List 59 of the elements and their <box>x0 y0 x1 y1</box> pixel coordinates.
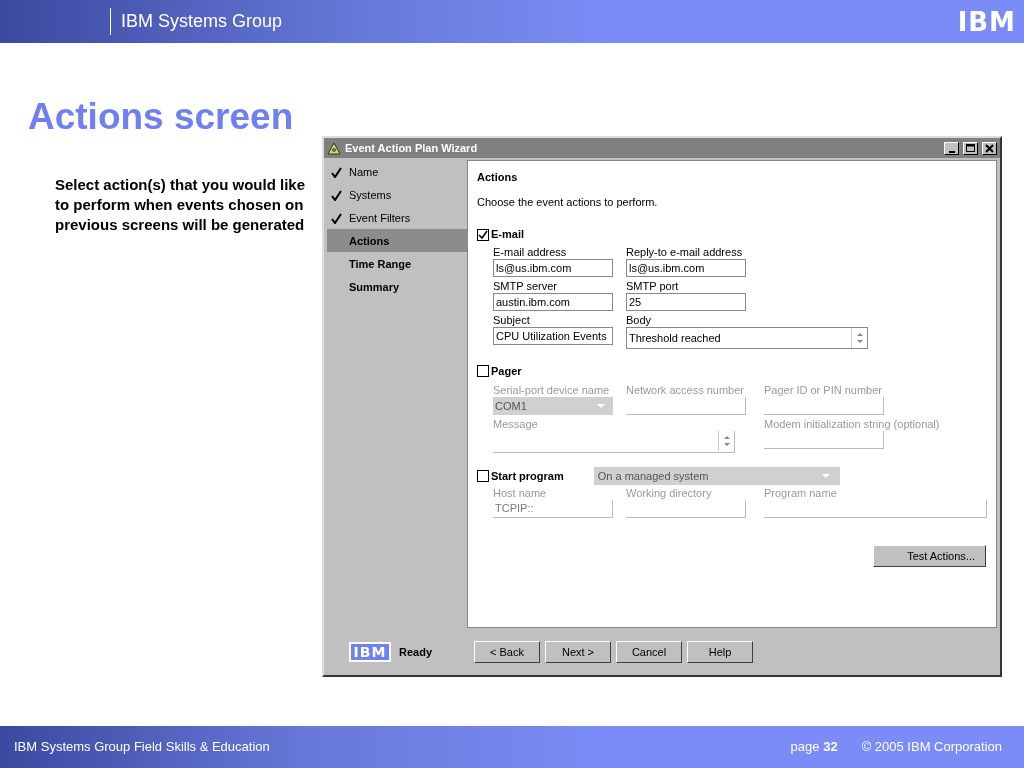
check-icon <box>331 167 342 179</box>
field-label: Program name <box>764 486 838 500</box>
description-text: Select action(s) that you would like to perform when events chosen on previous screens will be generated <box>55 175 307 236</box>
header-title: IBM Systems Group <box>110 8 283 35</box>
field-label: Network access number <box>626 383 745 397</box>
footer-text: IBM Systems Group Field Skills & Education <box>14 738 271 757</box>
section-heading: Actions <box>477 170 519 186</box>
close-icon <box>984 142 995 154</box>
field-label: Reply-to e-mail address <box>626 246 744 260</box>
field-label: E-mail address <box>493 246 568 260</box>
status-text: Ready <box>399 644 434 660</box>
field-label: Body <box>626 314 653 328</box>
text-area[interactable]: Threshold reached <box>626 327 868 350</box>
checkbox-label[interactable]: Pager <box>477 363 522 380</box>
field-label: Host name <box>493 486 548 500</box>
checkbox[interactable] <box>477 365 489 378</box>
wizard-step[interactable]: Time Range <box>327 252 467 276</box>
field-label: Message <box>493 417 539 431</box>
minimize-icon <box>948 150 955 153</box>
wizard-step[interactable]: Name <box>327 160 467 184</box>
close-button[interactable] <box>982 141 997 155</box>
wizard-step[interactable]: Summary <box>327 275 467 299</box>
slide-title: Actions screen <box>28 95 295 139</box>
field-label: Working directory <box>626 486 713 500</box>
input-field[interactable]: CPU Utilization Events <box>493 327 613 346</box>
wizard-button[interactable]: < Back <box>474 640 540 663</box>
window-title: Event Action Plan Wizard <box>345 141 478 157</box>
test-actions-button[interactable]: Test Actions... <box>873 545 986 568</box>
copyright-text: © 2005 IBM Corporation <box>861 738 1002 757</box>
maximize-button[interactable] <box>963 141 978 155</box>
page-number: page 32 <box>790 738 838 757</box>
wizard-button[interactable]: Cancel <box>616 640 682 663</box>
check-icon <box>331 190 342 202</box>
maximize-icon <box>965 142 976 154</box>
wizard-icon <box>327 141 341 155</box>
wizard-step[interactable]: Actions <box>327 229 467 253</box>
checkbox[interactable] <box>477 469 489 482</box>
field-label: Subject <box>493 314 531 328</box>
instruction-text: Choose the event actions to perform. <box>477 194 659 210</box>
field-label: SMTP port <box>626 280 680 294</box>
field-label: Pager ID or PIN number <box>764 383 883 397</box>
wizard-step[interactable]: Event Filters <box>327 206 467 230</box>
input-field[interactable]: austin.ibm.com <box>493 293 613 312</box>
check-icon <box>331 213 342 225</box>
field-label: SMTP server <box>493 280 558 294</box>
input-field[interactable]: ls@us.ibm.com <box>493 259 613 278</box>
field-label: Serial-port device name <box>493 383 611 397</box>
checkbox[interactable] <box>477 228 489 241</box>
logo: IBM <box>353 644 387 659</box>
input-field[interactable]: 25 <box>626 293 746 312</box>
wizard-step[interactable]: Systems <box>327 183 467 207</box>
checkbox-label[interactable]: Start program <box>477 467 564 485</box>
minimize-button[interactable] <box>944 141 959 155</box>
input-field[interactable]: ls@us.ibm.com <box>626 259 746 278</box>
field-label: Modem initialization string (optional) <box>764 417 941 431</box>
checkbox-label[interactable]: E-mail <box>477 226 524 243</box>
wizard-button[interactable]: Help <box>687 640 753 663</box>
wizard-button[interactable]: Next > <box>545 640 611 663</box>
logo: IBM <box>957 8 1016 35</box>
